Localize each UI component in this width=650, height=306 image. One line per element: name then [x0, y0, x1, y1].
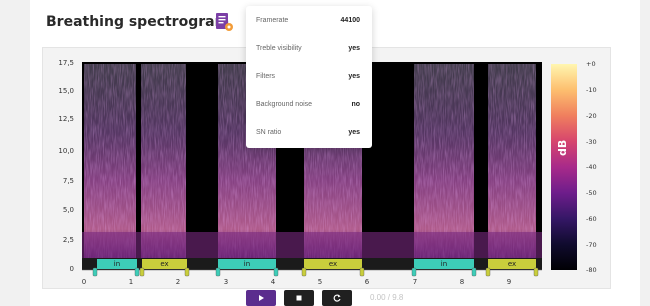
popover-key: Framerate	[256, 17, 289, 24]
x-tick-label: 5	[317, 278, 323, 286]
x-tick-label: 4	[270, 278, 276, 286]
segment-label-in: in	[440, 260, 448, 268]
y-tick-label: 2,5	[62, 236, 74, 244]
x-tick-label: 9	[506, 278, 512, 286]
popover-row-framerate: Framerate 44100	[256, 17, 364, 29]
colorbar-tick: -60	[586, 215, 597, 223]
settings-popover: Framerate 44100 Treble visibility yes Fi…	[246, 6, 372, 148]
popover-row-sn-ratio[interactable]: SN ratio yes	[256, 129, 364, 141]
segment-texture	[84, 64, 136, 258]
loop-button[interactable]	[322, 290, 352, 306]
y-tick-label: 7,5	[62, 177, 74, 185]
x-tick-label: 2	[175, 278, 181, 286]
x-tick-label: 1	[128, 278, 134, 286]
popover-key: Treble visibility	[256, 45, 302, 52]
popover-row-background-noise[interactable]: Background noise no	[256, 101, 364, 113]
popover-key: Background noise	[256, 101, 313, 108]
x-tick-label: 0	[81, 278, 87, 286]
play-icon	[259, 295, 264, 301]
segment-label-ex: ex	[160, 260, 169, 268]
y-tick-label: 5,0	[62, 206, 74, 214]
colorbar	[551, 64, 577, 270]
colorbar-tick: +0	[586, 60, 596, 68]
colorbar-tick: -50	[586, 189, 597, 197]
segment-label-ex: ex	[328, 260, 338, 268]
x-tick-label: 3	[223, 278, 229, 286]
colorbar-tick: -20	[586, 112, 597, 120]
stop-icon	[296, 295, 302, 301]
popover-value[interactable]: yes	[348, 129, 360, 136]
segment-texture	[488, 64, 536, 258]
popover-key: SN ratio	[256, 129, 282, 136]
popover-value[interactable]: no	[351, 101, 360, 108]
colorbar-tick: -70	[586, 241, 597, 249]
y-tick-label: 17,5	[58, 59, 74, 67]
popover-row-treble-visibility[interactable]: Treble visibility yes	[256, 45, 364, 57]
play-button[interactable]	[246, 290, 276, 306]
colorbar-tick: -10	[586, 86, 597, 94]
colorbar-tick: -80	[586, 266, 597, 274]
segment-texture	[414, 64, 474, 258]
time-readout: 0.00 / 9.8	[370, 293, 404, 302]
x-tick-label: 7	[412, 278, 418, 286]
segment-label-in: in	[113, 260, 121, 268]
stop-button[interactable]	[284, 290, 314, 306]
low-frequency-band	[82, 232, 542, 258]
x-tick-label: 8	[459, 278, 465, 286]
popover-value[interactable]: yes	[348, 45, 360, 52]
segment-label-ex: ex	[507, 260, 517, 268]
popover-value[interactable]: yes	[348, 73, 360, 80]
x-tick-label: 6	[364, 278, 370, 286]
popover-key: Filters	[256, 73, 276, 80]
y-tick-label: 0	[69, 265, 74, 273]
y-tick-label: 12,5	[58, 115, 74, 123]
colorbar-unit-label: dB	[556, 139, 569, 156]
colorbar-tick: -30	[586, 138, 597, 146]
popover-row-filters[interactable]: Filters yes	[256, 73, 364, 85]
loop-icon	[333, 294, 341, 302]
colorbar-tick: -40	[586, 163, 597, 171]
segment-label-in: in	[243, 260, 251, 268]
popover-value: 44100	[340, 17, 360, 24]
y-tick-label: 15,0	[58, 87, 74, 95]
y-tick-label: 10,0	[58, 147, 74, 155]
segment-texture	[141, 64, 186, 258]
playback-controls	[246, 290, 352, 306]
